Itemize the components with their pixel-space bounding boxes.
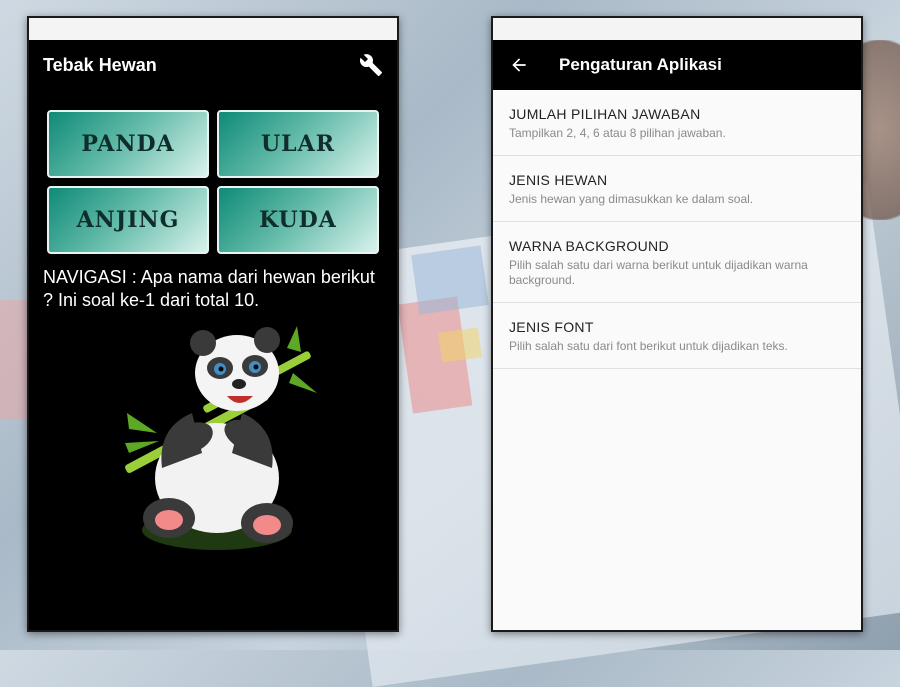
- quiz-app-bar: Tebak Hewan: [29, 40, 397, 90]
- status-bar: [29, 18, 397, 40]
- background-chart-bar: [411, 245, 489, 315]
- answer-button-panda[interactable]: PANDA: [47, 110, 209, 178]
- question-text: NAVIGASI : Apa nama dari hewan berikut ?…: [43, 267, 375, 310]
- settings-phone-screen: Pengaturan Aplikasi JUMLAH PILIHAN JAWAB…: [491, 16, 863, 632]
- app-title: Tebak Hewan: [43, 54, 157, 75]
- answer-button-kuda[interactable]: KUDA: [217, 186, 379, 254]
- background-chart-bar: [0, 300, 27, 420]
- status-bar: [493, 18, 861, 40]
- panda-image: [107, 318, 327, 563]
- wrench-icon[interactable]: [359, 53, 383, 77]
- answer-button-anjing[interactable]: ANJING: [47, 186, 209, 254]
- quiz-phone-screen: Tebak Hewan PANDA ULAR ANJING KUDA NAVIG…: [27, 16, 399, 632]
- answer-button-ular[interactable]: ULAR: [217, 110, 379, 178]
- preference-list: JUMLAH PILIHAN JAWABAN Tampilkan 2, 4, 6…: [493, 90, 861, 369]
- preference-title: WARNA BACKGROUND: [509, 238, 669, 254]
- preference-title: JENIS HEWAN: [509, 172, 608, 188]
- preference-item-warna-background[interactable]: WARNA BACKGROUND Pilih salah satu dari w…: [493, 222, 861, 303]
- arrow-left-icon[interactable]: [509, 55, 529, 75]
- preference-item-jenis-font[interactable]: JENIS FONT Pilih salah satu dari font be…: [493, 303, 861, 369]
- preference-summary: Pilih salah satu dari warna berikut untu…: [509, 258, 808, 287]
- preference-title: JUMLAH PILIHAN JAWABAN: [509, 106, 701, 122]
- preference-summary: Tampilkan 2, 4, 6 atau 8 pilihan jawaban…: [509, 126, 726, 140]
- preference-item-jenis-hewan[interactable]: JENIS HEWAN Jenis hewan yang dimasukkan …: [493, 156, 861, 222]
- preference-title: JENIS FONT: [509, 319, 594, 335]
- preference-summary: Jenis hewan yang dimasukkan ke dalam soa…: [509, 192, 754, 206]
- preference-item-jumlah-pilihan[interactable]: JUMLAH PILIHAN JAWABAN Tampilkan 2, 4, 6…: [493, 90, 861, 156]
- settings-title: Pengaturan Aplikasi: [559, 55, 722, 74]
- settings-app-bar: Pengaturan Aplikasi: [493, 40, 861, 90]
- answer-grid: PANDA ULAR ANJING KUDA: [47, 110, 379, 254]
- background-chart-bar: [438, 327, 482, 363]
- preference-summary: Pilih salah satu dari font berikut untuk…: [509, 339, 788, 353]
